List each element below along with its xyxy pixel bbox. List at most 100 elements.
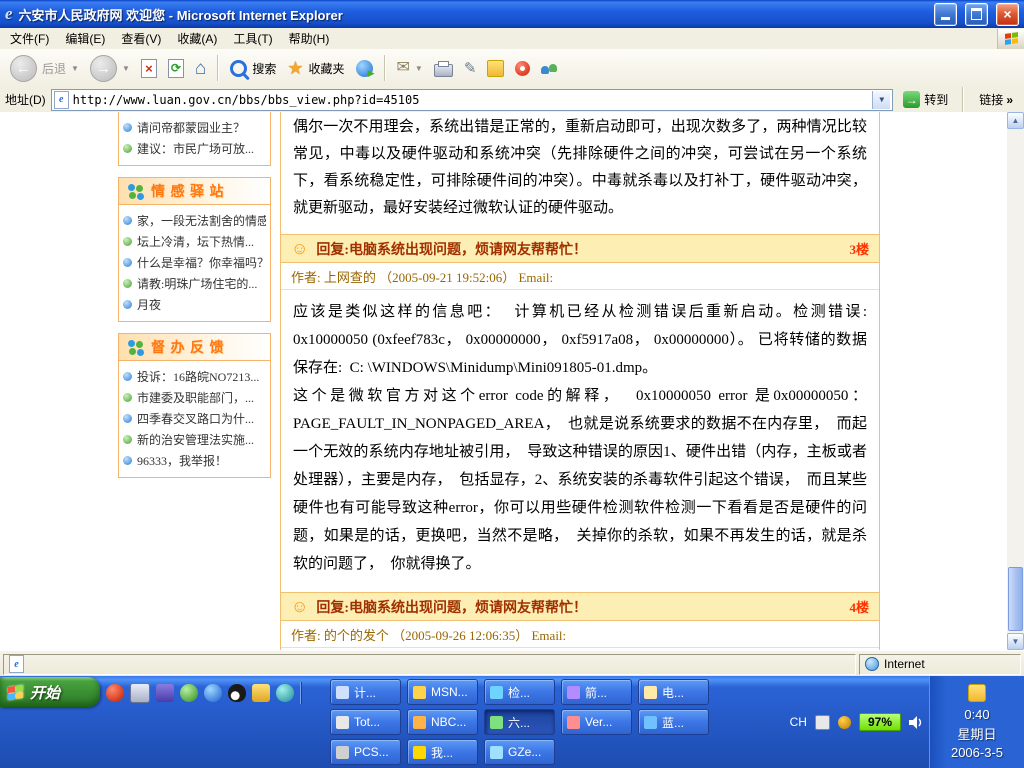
taskbar-button-active[interactable]: 六... [484, 709, 555, 735]
search-label: 搜索 [252, 60, 276, 77]
taskbar-button[interactable]: PCS... [330, 739, 401, 765]
printer-icon [434, 64, 453, 77]
address-input[interactable]: http://www.luan.gov.cn/bbs/bbs_view.php?… [51, 89, 894, 111]
sidebar-link[interactable]: 坛上冷清，坛下热情... [123, 231, 266, 252]
close-button[interactable] [996, 3, 1019, 26]
mail-button[interactable] [393, 57, 427, 79]
sidebar-link[interactable]: 建议：市民广场可放... [123, 138, 266, 159]
address-label: 地址(D) [5, 91, 46, 108]
sidebar-link[interactable]: 月夜 [123, 294, 266, 315]
taskbar-button-icon [644, 716, 657, 729]
back-button[interactable]: 后退 [6, 52, 83, 85]
notes-button[interactable] [483, 57, 508, 80]
sidebar-link-label: 请教:明珠广场住宅的... [137, 275, 257, 292]
smiley-icon [291, 598, 308, 615]
mail-dropdown-icon [415, 64, 423, 73]
sidebar-link[interactable]: 市建委及职能部门，... [123, 387, 266, 408]
quicklaunch-app-icon[interactable] [156, 684, 174, 702]
addressbar: 地址(D) http://www.luan.gov.cn/bbs/bbs_vie… [0, 87, 1024, 113]
taskbar-button[interactable]: 我... [407, 739, 478, 765]
menu-file[interactable]: 文件(F) [2, 28, 57, 49]
quicklaunch-separator [300, 682, 301, 704]
taskbar-button[interactable]: MSN... [407, 679, 478, 705]
refresh-icon [168, 59, 184, 78]
links-menu[interactable]: 链接 » [973, 91, 1019, 108]
start-button[interactable]: 开始 [0, 677, 100, 707]
sidebar-link[interactable]: 什么是幸福？你幸福吗？ [123, 252, 266, 273]
tray-app-icon[interactable] [815, 715, 830, 730]
quicklaunch-globe-icon[interactable] [204, 684, 222, 702]
menu-help[interactable]: 帮助(H) [281, 28, 338, 49]
back-icon [10, 55, 37, 82]
speaker-icon[interactable] [909, 716, 924, 729]
minimize-button[interactable] [934, 3, 957, 26]
edit-button[interactable] [460, 58, 481, 79]
sidebar-link[interactable]: 投诉：16路皖NO7213... [123, 366, 266, 387]
quicklaunch-cyan-icon[interactable] [276, 684, 294, 702]
input-language-indicator[interactable]: CH [790, 715, 807, 729]
taskbar-button[interactable]: 计... [330, 679, 401, 705]
menu-edit[interactable]: 编辑(E) [57, 28, 113, 49]
reply-title: 回复:电脑系统出现问题，烦请网友帮帮忙！ [316, 239, 587, 259]
address-dropdown-button[interactable] [872, 91, 890, 109]
battery-indicator[interactable]: 97% [859, 713, 901, 731]
taskbar-button[interactable]: 电... [638, 679, 709, 705]
taskbar-button[interactable]: NBC... [407, 709, 478, 735]
menu-favorites[interactable]: 收藏(A) [169, 28, 225, 49]
reply-title: 回复:电脑系统出现问题，烦请网友帮帮忙！ [316, 597, 587, 617]
sidebar-section-header: 情 感 驿 站 [119, 178, 270, 205]
clock-panel[interactable]: 0:40 星期日 2006-3-5 [929, 676, 1024, 768]
forward-button[interactable] [86, 52, 134, 85]
favorites-button[interactable]: 收藏夹 [283, 56, 348, 80]
taskbar-button-icon [567, 686, 580, 699]
bullet-icon [123, 393, 132, 402]
sidebar-link[interactable]: 新的治安管理法实施... [123, 429, 266, 450]
taskbar-button[interactable]: Ver... [561, 709, 632, 735]
reply-body-text: 应该是类似这样的信息吧： 计算机已经从检测错误后重新启动。检测错误: 0x100… [281, 290, 879, 592]
status-message-panel [3, 654, 856, 675]
home-icon [195, 59, 206, 78]
sidebar-link[interactable]: 请教:明珠广场住宅的... [123, 273, 266, 294]
red-app-button[interactable] [511, 58, 534, 79]
print-button[interactable] [430, 57, 457, 80]
tray-calendar-icon [968, 684, 986, 702]
toolbar-separator [384, 55, 386, 81]
sidebar-link[interactable]: 请问帝都蒙园业主？ [123, 117, 266, 138]
quicklaunch-media-icon[interactable] [106, 684, 124, 702]
search-button[interactable]: 搜索 [226, 57, 280, 80]
taskbar-button[interactable]: 检... [484, 679, 555, 705]
media-button[interactable] [352, 57, 377, 80]
sidebar-link[interactable]: 96333，我举报！ [123, 450, 266, 471]
taskbar-button[interactable]: 蓝... [638, 709, 709, 735]
tray-shield-icon[interactable] [838, 716, 851, 729]
sidebar-link-label: 建议：市民广场可放... [137, 140, 254, 157]
taskbar-button[interactable]: 箭... [561, 679, 632, 705]
minimize-icon [941, 17, 950, 20]
menu-tools[interactable]: 工具(T) [225, 28, 280, 49]
reply-author-line: 作者: 上网查的 （2005-09-21 19:52:06） Email: [281, 263, 879, 290]
quicklaunch-notes-icon[interactable] [252, 684, 270, 702]
system-tray: CH 97% [790, 708, 924, 736]
taskbar-button-label: NBC... [431, 715, 466, 729]
go-label: 转到 [924, 91, 948, 108]
scroll-up-button[interactable] [1007, 112, 1024, 129]
menu-view[interactable]: 查看(V) [113, 28, 169, 49]
sidebar-link-label: 投诉：16路皖NO7213... [137, 368, 259, 385]
quicklaunch-qq-icon[interactable] [228, 684, 246, 702]
quicklaunch-green-icon[interactable] [180, 684, 198, 702]
sidebar-link[interactable]: 四季春交叉路口为什... [123, 408, 266, 429]
taskbar-buttons: 计... MSN... 检... 箭... 电... Tot... NBC...… [330, 679, 709, 765]
stop-button[interactable] [137, 56, 161, 81]
scrollbar-thumb[interactable] [1008, 567, 1023, 631]
go-button[interactable]: 转到 [898, 91, 953, 108]
maximize-button[interactable] [965, 3, 988, 26]
sidebar-link[interactable]: 家，一段无法割舍的情感 [123, 210, 266, 231]
refresh-button[interactable] [164, 56, 188, 81]
messenger-button[interactable] [537, 58, 561, 79]
taskbar-button[interactable]: GZe... [484, 739, 555, 765]
vertical-scrollbar[interactable] [1007, 112, 1024, 650]
scroll-down-button[interactable] [1007, 633, 1024, 650]
home-button[interactable] [191, 56, 210, 81]
quicklaunch-disk-icon[interactable] [130, 683, 150, 703]
taskbar-button[interactable]: Tot... [330, 709, 401, 735]
